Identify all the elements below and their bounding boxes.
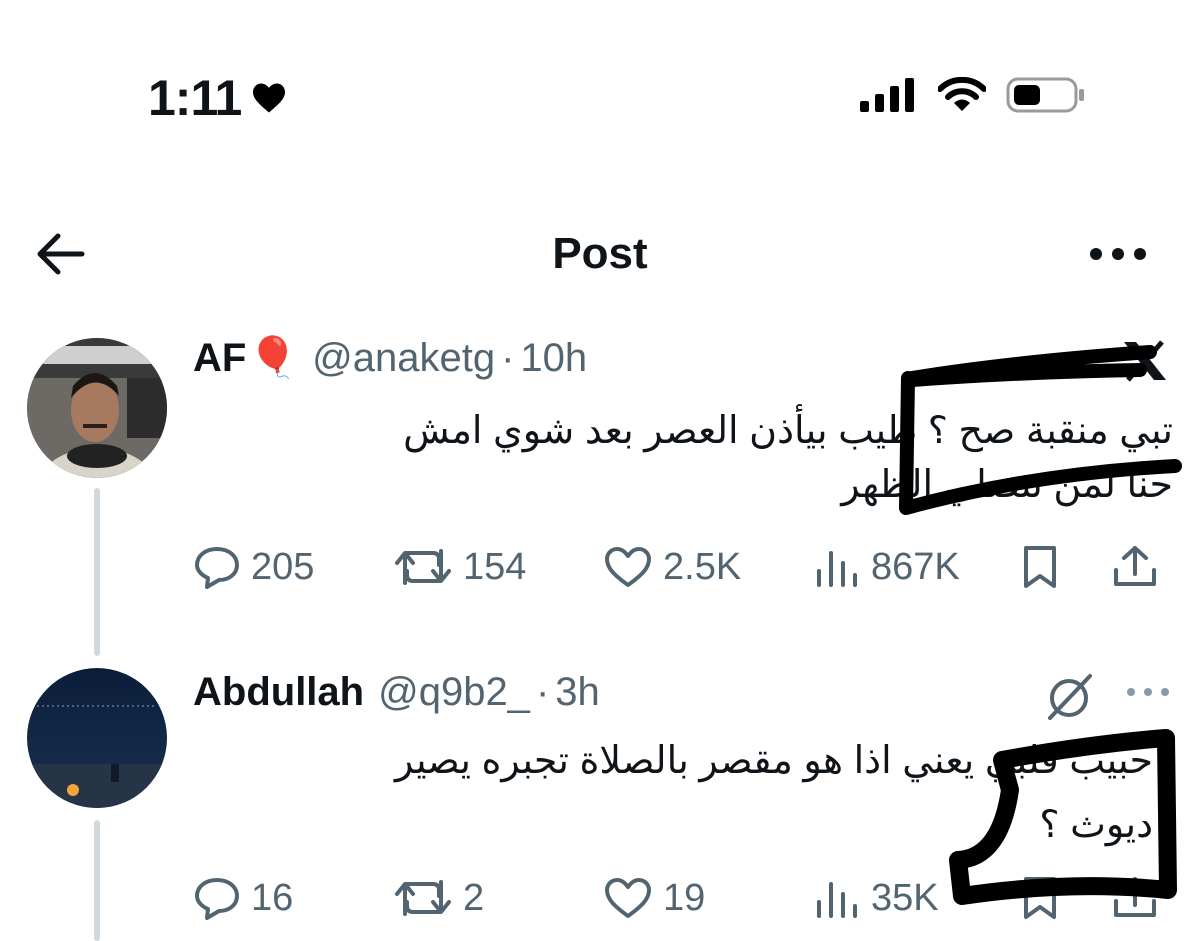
reply-icon <box>195 547 239 589</box>
share-icon[interactable] <box>1112 875 1158 921</box>
author-name[interactable]: Abdullah <box>193 668 364 716</box>
share-icon[interactable] <box>1112 544 1158 590</box>
views-count: 867K <box>871 545 960 588</box>
post-time[interactable]: 10h <box>520 334 587 382</box>
avatar[interactable] <box>27 338 167 478</box>
repost-icon <box>395 549 451 585</box>
reply-button[interactable]: 16 <box>193 873 393 923</box>
views-button[interactable]: 35K <box>813 873 1018 923</box>
repost-icon <box>395 880 451 916</box>
avatar-photo <box>27 668 167 808</box>
post-text-line: حنا لمن تنصلي الظهر <box>841 464 1173 506</box>
page-title: Post <box>552 229 648 278</box>
grok-icon[interactable] <box>1044 672 1096 724</box>
repost-count: 154 <box>463 545 527 588</box>
post-text-line: حبيب قلبي يعني اذا هو مقصر بالصلاة تجبره… <box>394 740 1153 782</box>
separator: · <box>501 336 515 380</box>
time-label: 1:11 <box>148 70 242 126</box>
post[interactable]: AF 🎈 @anaketg · 10h تبي منقبة صح ؟ طيب ب… <box>0 330 1200 620</box>
like-icon <box>605 878 651 918</box>
like-count: 19 <box>663 876 706 919</box>
more-icon[interactable] <box>1126 684 1170 700</box>
bookmark-icon[interactable] <box>1018 544 1062 590</box>
like-button[interactable]: 19 <box>603 873 813 923</box>
bookmark-icon[interactable] <box>1018 875 1062 921</box>
avatar-photo <box>27 338 167 478</box>
avatar[interactable] <box>27 668 167 808</box>
views-icon <box>817 882 857 918</box>
author-handle[interactable]: @q9b2_ <box>378 668 530 716</box>
post-time[interactable]: 3h <box>555 668 600 716</box>
reply-icon <box>195 878 239 920</box>
repost-button[interactable]: 154 <box>393 542 603 592</box>
repost-count: 2 <box>463 876 485 919</box>
post-text-line: تبي منقبة صح ؟ طيب بيأذن العصر بعد شوي ا… <box>403 410 1173 452</box>
more-icon[interactable] <box>1088 234 1148 274</box>
author-handle[interactable]: @anaketg <box>312 334 495 382</box>
post[interactable]: Abdullah @q9b2_ · 3h حبيب قلبي يعني اذا … <box>0 662 1200 941</box>
status-time: 1:11 <box>148 70 287 126</box>
reply-button[interactable]: 205 <box>193 542 393 592</box>
like-button[interactable]: 2.5K <box>603 542 813 592</box>
views-count: 35K <box>871 876 939 919</box>
author-name[interactable]: AF <box>193 334 246 382</box>
signal-icon <box>860 78 914 112</box>
balloon-emoji: 🎈 <box>248 336 299 380</box>
wifi-icon <box>938 77 986 111</box>
reply-count: 205 <box>251 545 315 588</box>
reply-count: 16 <box>251 876 294 919</box>
status-icons <box>858 76 1086 114</box>
heart-icon <box>253 83 286 113</box>
repost-button[interactable]: 2 <box>393 873 603 923</box>
post-text-line: ديوث ؟ <box>1039 804 1153 846</box>
views-button[interactable]: 867K <box>813 542 1018 592</box>
separator: · <box>535 670 550 714</box>
x-logo-icon[interactable] <box>1122 340 1168 382</box>
battery-icon <box>1006 77 1084 113</box>
like-icon <box>605 547 651 587</box>
like-count: 2.5K <box>663 545 742 588</box>
views-icon <box>817 551 857 587</box>
